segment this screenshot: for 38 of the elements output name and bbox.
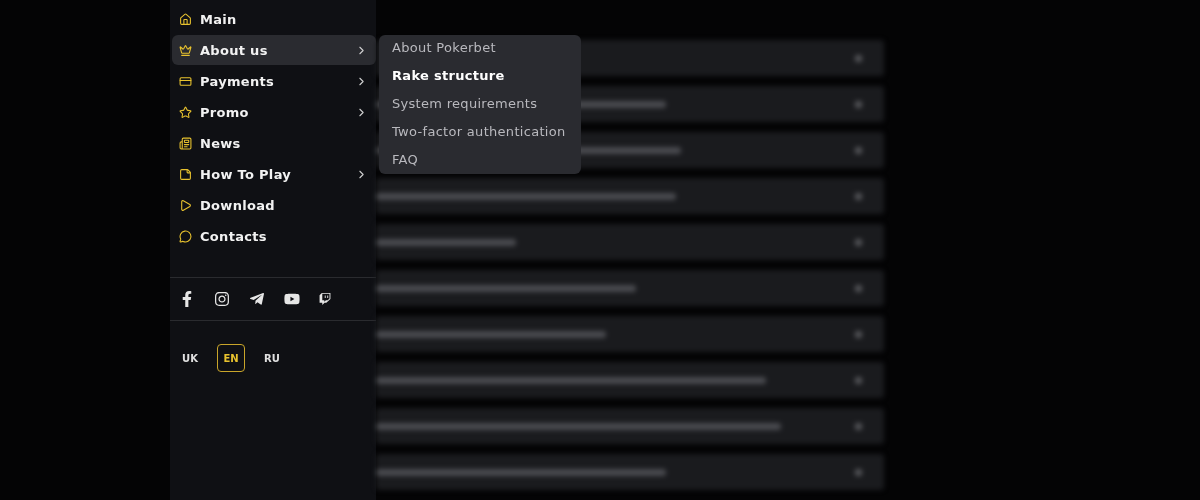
blurred-chevron-icon [855,284,862,292]
language-button[interactable]: RU [258,344,286,372]
crown-icon [179,43,192,57]
menu-item[interactable]: How To Play [172,159,376,189]
language-button[interactable]: EN [217,344,245,372]
menu-item[interactable]: Main [172,4,376,34]
blurred-chevron-icon [855,146,862,154]
instagram-icon[interactable] [214,291,230,307]
twitch-icon[interactable] [319,293,331,305]
submenu-item[interactable]: Two-factor authentication [379,122,581,142]
menu-item[interactable]: News [172,128,376,158]
submenu-item[interactable]: System requirements [379,94,581,114]
blurred-chevron-icon [855,100,862,108]
submenu-item[interactable]: Rake structure [379,66,581,86]
menu-item[interactable]: Download [172,190,376,220]
submenu-item[interactable]: FAQ [379,150,581,170]
menu-item[interactable]: Payments [172,66,376,96]
blurred-chevron-icon [855,54,862,62]
blurred-chevron-icon [855,238,862,246]
speech-bubble-icon [179,229,192,243]
blurred-chevron-icon [855,468,862,476]
youtube-icon[interactable] [284,291,300,307]
blurred-chevron-icon [855,330,862,338]
menu-item[interactable]: Promo [172,97,376,127]
telegram-icon[interactable] [249,291,265,307]
blurred-chevron-icon [855,376,862,384]
newspaper-icon [179,136,192,150]
home-icon [179,12,192,26]
menu-item[interactable]: Contacts [172,221,376,251]
card-icon [179,74,192,88]
submenu-item[interactable]: About Pokerbet [379,38,581,58]
blurred-chevron-icon [855,422,862,430]
card-icon [179,167,192,181]
play-icon [179,198,192,212]
blurred-chevron-icon [855,192,862,200]
language-button[interactable]: UK [176,344,204,372]
star-icon [179,105,192,119]
menu-item[interactable]: About us [172,35,376,65]
